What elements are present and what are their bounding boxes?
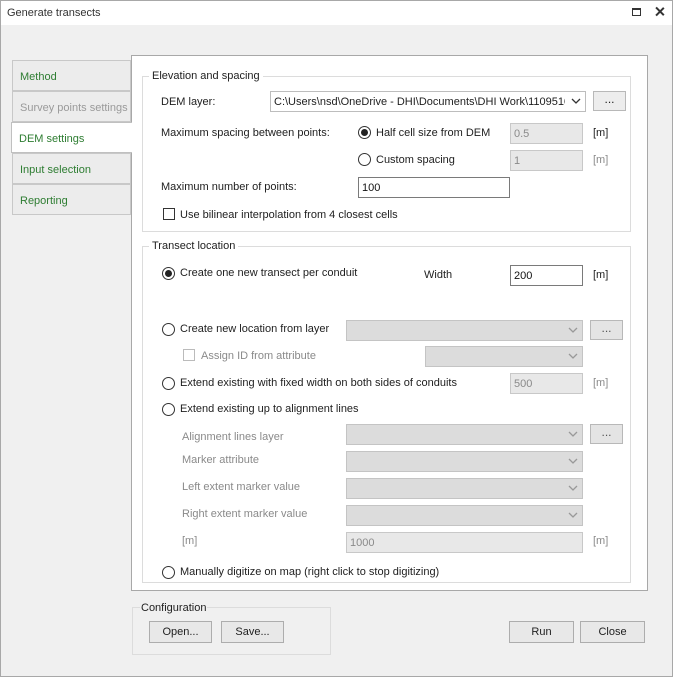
bilinear-checkbox[interactable] <box>163 208 175 220</box>
alignment-layer-label: Alignment lines layer <box>182 431 284 443</box>
marker-attribute-label: Marker attribute <box>182 454 260 466</box>
digitize-label: Manually digitize on map (right click to… <box>180 566 440 578</box>
chevron-down-icon <box>568 326 578 334</box>
tab-dem-settings[interactable]: DEM settings <box>11 122 132 153</box>
half-cell-radio[interactable] <box>358 126 371 139</box>
tab-method[interactable]: Method <box>12 60 131 91</box>
tab-survey-points-settings: Survey points settings <box>12 91 131 122</box>
layer-dropdown <box>346 320 583 341</box>
tab-reporting[interactable]: Reporting <box>12 184 131 215</box>
dem-layer-label: DEM layer: <box>161 96 216 108</box>
group-title: Transect location <box>149 240 239 252</box>
tab-label: DEM settings <box>19 133 85 145</box>
close-button[interactable]: Close <box>580 621 645 643</box>
left-marker-label: Left extent marker value <box>182 481 301 493</box>
max-spacing-label: Maximum spacing between points: <box>161 127 330 139</box>
extend-fixed-unit: [m] <box>593 377 609 389</box>
custom-spacing-radio[interactable] <box>358 153 371 166</box>
tab-label: Method <box>20 71 57 83</box>
open-button[interactable]: Open... <box>149 621 212 643</box>
chevron-down-icon <box>568 457 578 465</box>
tab-label: Reporting <box>20 195 68 207</box>
create-from-layer-radio[interactable] <box>162 323 175 336</box>
extend-fixed-field: 500 <box>510 373 583 394</box>
group-title: Elevation and spacing <box>149 70 263 82</box>
chevron-down-icon <box>571 97 581 105</box>
alignment-value-field: 1000 <box>346 532 583 553</box>
custom-spacing-label: Custom spacing <box>376 154 455 166</box>
create-from-layer-label: Create new location from layer <box>180 323 330 335</box>
chevron-down-icon <box>568 430 578 438</box>
extend-fixed-label: Extend existing with fixed width on both… <box>180 377 457 389</box>
left-marker-dropdown <box>346 478 583 499</box>
custom-spacing-unit: [m] <box>593 154 609 166</box>
alignment-browse-button: ... <box>590 424 623 444</box>
tab-input-selection[interactable]: Input selection <box>12 153 131 184</box>
restore-icon[interactable] <box>631 6 643 18</box>
dem-settings-panel: Elevation and spacing DEM layer: C:\User… <box>131 55 648 591</box>
right-marker-dropdown <box>346 505 583 526</box>
dem-layer-dropdown[interactable]: C:\Users\nsd\OneDrive - DHI\Documents\DH… <box>270 91 586 112</box>
m-label: [m] <box>182 535 198 547</box>
half-cell-field: 0.5 <box>510 123 583 144</box>
group-title: Configuration <box>140 602 208 614</box>
transect-location-group: Transect location Create one new transec… <box>142 240 631 583</box>
marker-attribute-dropdown <box>346 451 583 472</box>
width-input[interactable]: 200 <box>510 265 583 286</box>
bilinear-label: Use bilinear interpolation from 4 closes… <box>180 209 398 221</box>
dialog-window: Generate transects Method Survey points … <box>0 0 673 677</box>
assign-id-dropdown <box>425 346 583 367</box>
width-label: Width <box>424 269 453 281</box>
custom-spacing-field: 1 <box>510 150 583 171</box>
extend-alignment-radio[interactable] <box>162 403 175 416</box>
digitize-radio[interactable] <box>162 566 175 579</box>
width-unit: [m] <box>593 269 609 281</box>
alignment-layer-dropdown <box>346 424 583 445</box>
chevron-down-icon <box>568 484 578 492</box>
save-button[interactable]: Save... <box>221 621 284 643</box>
dem-browse-button[interactable]: ... <box>593 91 626 111</box>
close-icon[interactable] <box>654 6 666 18</box>
extend-alignment-label: Extend existing up to alignment lines <box>180 403 359 415</box>
create-one-label: Create one new transect per conduit <box>180 267 358 279</box>
layer-browse-button: ... <box>590 320 623 340</box>
create-one-radio[interactable] <box>162 267 175 280</box>
dem-layer-value: C:\Users\nsd\OneDrive - DHI\Documents\DH… <box>274 96 565 108</box>
assign-id-label: Assign ID from attribute <box>201 350 316 362</box>
run-button[interactable]: Run <box>509 621 574 643</box>
window-title: Generate transects <box>7 7 101 19</box>
max-points-label: Maximum number of points: <box>161 181 297 193</box>
chevron-down-icon <box>568 352 578 360</box>
right-marker-label: Right extent marker value <box>182 508 308 520</box>
tab-label: Survey points settings <box>20 102 128 114</box>
half-cell-unit: [m] <box>593 127 609 139</box>
tab-label: Input selection <box>20 164 91 176</box>
extend-fixed-radio[interactable] <box>162 377 175 390</box>
elevation-spacing-group: Elevation and spacing DEM layer: C:\User… <box>142 70 631 232</box>
assign-id-checkbox <box>183 349 195 361</box>
chevron-down-icon <box>568 511 578 519</box>
max-points-input[interactable]: 100 <box>358 177 510 198</box>
title-bar: Generate transects <box>1 1 672 25</box>
configuration-group: Configuration Open... Save... <box>132 602 331 655</box>
alignment-unit: [m] <box>593 535 609 547</box>
half-cell-label: Half cell size from DEM <box>376 127 491 139</box>
